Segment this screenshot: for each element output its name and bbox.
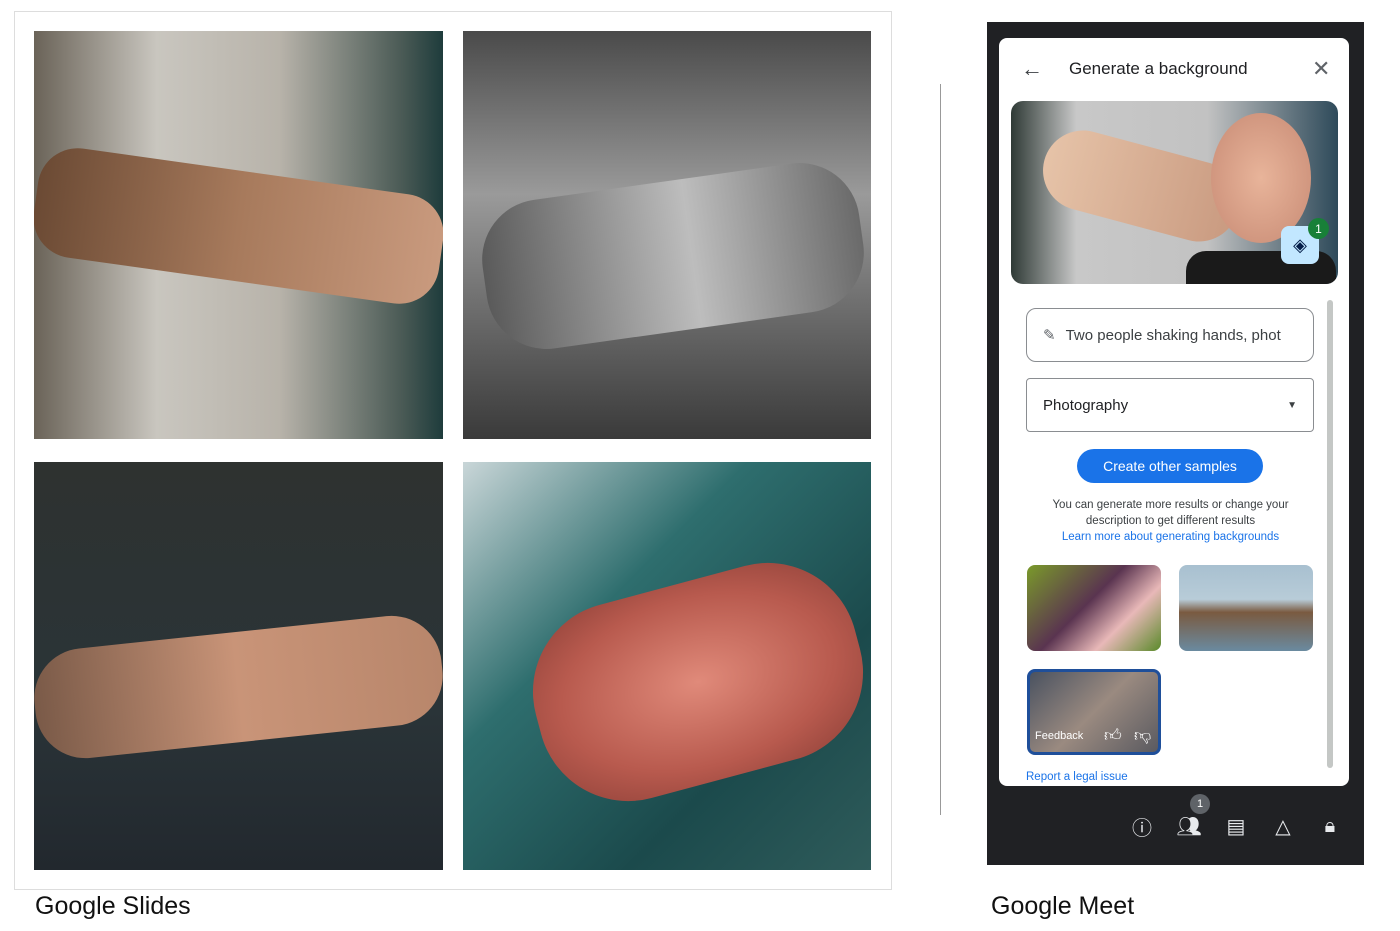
activities-icon[interactable]: △ — [1270, 813, 1296, 839]
arrow-left-icon[interactable]: ← — [1021, 56, 1043, 82]
generate-background-panel: ← Generate a background ✕ ◈ 1 ✎ Two peop… — [999, 38, 1349, 786]
info-icon[interactable]: ⓘ — [1129, 813, 1155, 840]
feedback-label: Feedback — [1035, 730, 1084, 742]
style-value: Photography — [1043, 396, 1129, 414]
chevron-down-icon: ▼ — [1287, 399, 1297, 411]
thumbs-down-icon[interactable]: 👎︎ — [1134, 725, 1151, 746]
sample-thumbnail-3-selected[interactable]: Feedback 👍︎ 👎︎ — [1027, 669, 1161, 755]
meet-caption: Google Meet — [991, 892, 1135, 920]
create-other-samples-button[interactable]: Create other samples — [1077, 449, 1263, 483]
handshake-image-3[interactable] — [34, 462, 443, 870]
handshake-image-2[interactable] — [463, 31, 871, 439]
prompt-value: Two people shaking hands, phot — [1065, 326, 1281, 344]
magic-wand-icon: ✎ — [1043, 327, 1056, 344]
scrollbar[interactable] — [1327, 300, 1333, 768]
panel-title: Generate a background — [1069, 59, 1248, 78]
learn-more-link[interactable]: Learn more about generating backgrounds — [999, 529, 1342, 545]
slides-caption: Google Slides — [35, 892, 191, 920]
close-icon[interactable]: ✕ — [1312, 56, 1330, 82]
style-dropdown[interactable]: Photography ▼ — [1026, 378, 1314, 432]
prompt-input[interactable]: ✎ Two people shaking hands, phot — [1026, 308, 1314, 362]
sample-thumbnail-2[interactable] — [1179, 565, 1313, 651]
chat-icon[interactable]: ▤ — [1223, 813, 1249, 839]
divider — [940, 84, 941, 815]
people-icon[interactable]: 👥︎ — [1176, 813, 1202, 839]
handshake-image-1[interactable] — [34, 31, 443, 439]
thumbs-up-icon[interactable]: 👍︎ — [1104, 725, 1122, 746]
effects-badge: 1 — [1308, 218, 1329, 239]
sample-thumbnail-1[interactable] — [1027, 565, 1161, 651]
host-controls-icon[interactable]: 🔒︎ — [1317, 813, 1343, 839]
background-preview: ◈ 1 — [1011, 101, 1338, 284]
people-badge: 1 — [1190, 794, 1210, 814]
help-text-2: description to get different results — [1085, 515, 1256, 527]
help-text-1: You can generate more results or change … — [1052, 499, 1289, 511]
handshake-image-4[interactable] — [463, 462, 871, 870]
report-legal-issue-link[interactable]: Report a legal issue — [1026, 771, 1128, 783]
